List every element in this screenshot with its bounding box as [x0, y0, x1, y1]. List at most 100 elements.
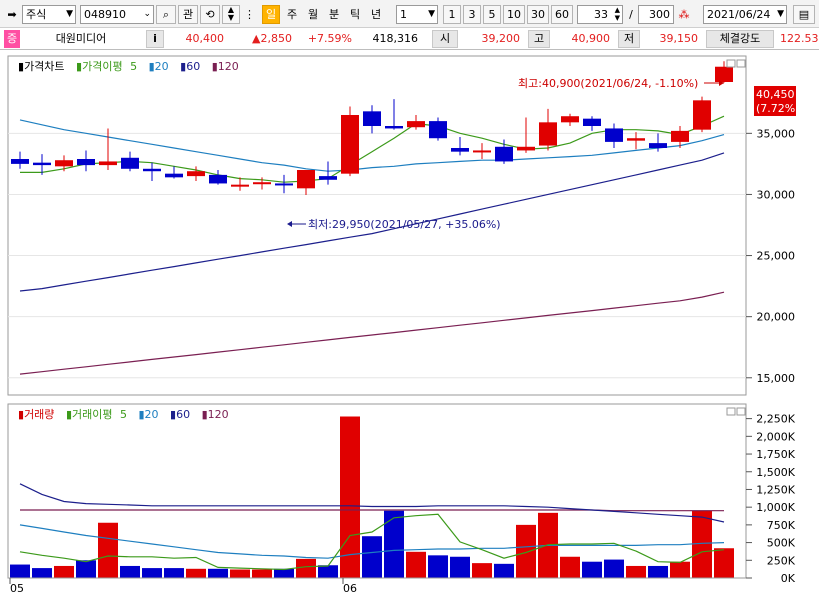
volume-bar	[692, 510, 712, 578]
chevron-down-icon: ▼	[428, 9, 435, 19]
candle-body	[209, 174, 227, 184]
candle-body	[187, 171, 205, 177]
stock-code-input[interactable]: 048910 ⌄	[80, 5, 154, 24]
panel-close-button[interactable]	[736, 59, 746, 68]
interval-button-label: 10	[507, 8, 521, 21]
last-price-tag: 40,450 (7.72%)	[754, 86, 800, 116]
volume-bar	[582, 561, 602, 578]
price-chart[interactable]: 15,000 20,000 25,000 30,000 35,000 최고:40,900…	[0, 52, 819, 397]
refresh-button[interactable]: ⟲	[200, 5, 220, 24]
candle-body	[649, 143, 667, 148]
volume-bar	[120, 565, 140, 578]
watch-label: 관	[182, 8, 194, 21]
quote-bar: 증 대원미디어 i 40,400 ▲2,850 +7.59% 418,316 시…	[0, 28, 819, 50]
price-change: ▲2,850	[252, 32, 292, 45]
interval-button-30[interactable]: 30	[527, 5, 549, 24]
candle-body	[385, 126, 403, 129]
volume-y-label: 250K	[767, 554, 796, 567]
high-price: 40,900	[571, 32, 611, 45]
price-y-label: 30,000	[757, 188, 796, 201]
tab-daily[interactable]: 일	[262, 5, 280, 24]
tab-monthly[interactable]: 월	[305, 5, 321, 24]
candle-body	[165, 173, 183, 178]
watch-button[interactable]: 관	[178, 5, 198, 24]
candle-body	[627, 138, 645, 141]
tab-tick[interactable]: 틱	[347, 5, 363, 24]
volume-bar	[252, 569, 272, 578]
price-legend-ma60: ▮60	[180, 60, 201, 73]
candle-body	[77, 159, 95, 166]
chart-icon: ▤	[798, 8, 810, 21]
volume-bar	[296, 558, 316, 578]
volume-bar	[670, 561, 690, 578]
chevron-down-icon: ▼	[66, 9, 73, 19]
last-price-value: 40,450	[756, 88, 795, 101]
volume-legend-ma120: ▮120	[201, 408, 229, 421]
price-y-label: 35,000	[757, 127, 796, 140]
trade-volume: 418,316	[372, 32, 419, 45]
volume-bar	[406, 551, 426, 578]
candle-body	[583, 118, 601, 126]
price-legend-ma20: ▮20	[148, 60, 169, 73]
menu-arrow-icon[interactable]: ➡	[4, 5, 20, 24]
volume-y-label: 500K	[767, 537, 796, 550]
interval-button-1[interactable]: 1	[443, 5, 461, 24]
volume-chart[interactable]: 0K 250K 500K 750K 1,000K 1,250K 1,500K 1,750K 2,…	[0, 400, 819, 595]
security-type-label: 주식	[26, 8, 47, 21]
search-button[interactable]: ⌕	[156, 5, 176, 24]
volume-y-label: 1,750K	[756, 448, 795, 461]
candle-body	[517, 146, 535, 151]
security-type-select[interactable]: 주식 ▼	[22, 5, 76, 24]
panel-minimize-button[interactable]	[726, 407, 736, 416]
candle-body	[231, 184, 249, 187]
display-count-input[interactable]: 33 ▲ ▼	[577, 5, 623, 24]
interval-button-3[interactable]: 3	[463, 5, 481, 24]
interval-select-value: 1	[400, 8, 407, 21]
interval-select[interactable]: 1 ▼	[396, 5, 438, 24]
tab-minute[interactable]: 분	[326, 5, 342, 24]
volume-bar	[164, 568, 184, 578]
tab-minute-label: 분	[328, 8, 340, 21]
low-annotation: 최저:29,950(2021/05/27, +35.06%)	[287, 218, 501, 231]
total-count-value: 300	[649, 8, 670, 21]
date-select[interactable]: 2021/06/24 ▼	[703, 5, 787, 24]
current-price: 40,400	[185, 32, 225, 45]
volume-bar	[648, 565, 668, 578]
volume-y-label: 0K	[781, 572, 796, 585]
high-note-text: 최고:40,900(2021/06/24, -1.10%)	[518, 77, 698, 90]
spin-button[interactable]: ▲ ▼	[222, 5, 240, 24]
candle-body	[253, 182, 271, 185]
volume-legend-ma20: ▮20	[138, 408, 159, 421]
stock-name: 대원미디어	[55, 32, 107, 45]
panel-close-button[interactable]	[736, 407, 746, 416]
settings-grid-icon[interactable]: ⁂	[676, 5, 692, 24]
candle-body	[429, 121, 447, 139]
chevron-down-icon: ▼	[777, 9, 784, 19]
info-button[interactable]: i	[146, 30, 164, 48]
volume-bar	[230, 569, 250, 578]
panel-minimize-button[interactable]	[726, 59, 736, 68]
volume-legend-title: ▮거래량	[18, 408, 55, 421]
candle-body	[407, 121, 425, 128]
candle-body	[33, 162, 51, 166]
interval-button-10[interactable]: 10	[503, 5, 525, 24]
tab-daily-label: 일	[265, 8, 277, 21]
tab-yearly[interactable]: 년	[368, 5, 384, 24]
tab-weekly[interactable]: 주	[284, 5, 300, 24]
candle-body	[341, 115, 359, 174]
candle-body	[143, 168, 161, 172]
volume-y-label: 1,250K	[756, 483, 795, 496]
total-count-input[interactable]: 300	[638, 5, 674, 24]
high-label: 고	[528, 30, 550, 48]
volume-bar	[10, 564, 30, 578]
interval-button-label: 30	[531, 8, 545, 21]
chart-settings-button[interactable]: ▤	[793, 5, 815, 24]
candle-body	[495, 146, 513, 162]
interval-button-60[interactable]: 60	[551, 5, 573, 24]
volume-ma120-line	[20, 509, 724, 512]
volume-bar	[626, 565, 646, 578]
candle-body	[11, 159, 29, 164]
spin-arrows-icon: ▲ ▼	[614, 6, 620, 22]
volume-bar	[714, 548, 734, 578]
interval-button-5[interactable]: 5	[483, 5, 501, 24]
